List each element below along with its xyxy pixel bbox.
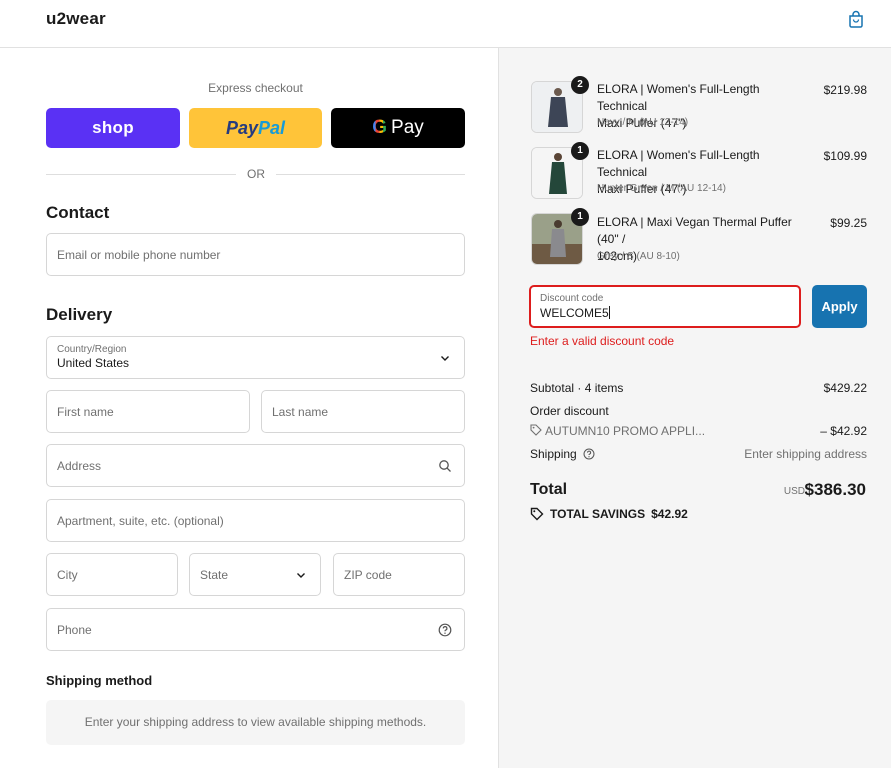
order-item: 1 ELORA | Women's Full-Length Technical … bbox=[531, 142, 867, 202]
subtotal-row: Subtotal · 4 items $429.22 bbox=[530, 381, 867, 395]
discount-code-input[interactable]: Discount code WELCOME5 bbox=[529, 285, 801, 328]
subtotal-value: $429.22 bbox=[823, 381, 867, 395]
quantity-badge: 2 bbox=[571, 76, 589, 94]
text-cursor bbox=[608, 306, 610, 319]
divider-left bbox=[46, 174, 236, 175]
item-name-line1: ELORA | Women's Full-Length Technical bbox=[597, 148, 760, 179]
chevron-down-icon bbox=[297, 573, 305, 578]
google-pay-label: Pay bbox=[391, 117, 424, 138]
promo-value: – $42.92 bbox=[820, 424, 867, 438]
city-field[interactable]: City bbox=[46, 553, 178, 596]
discount-error-message: Enter a valid discount code bbox=[530, 334, 675, 348]
shipping-label: Shipping bbox=[530, 447, 577, 461]
phone-placeholder: Phone bbox=[57, 623, 92, 637]
discount-code-value: WELCOME5 bbox=[540, 306, 609, 320]
shipping-value: Enter shipping address bbox=[744, 447, 867, 461]
promo-code: AUTUMN10 PROMO APPLI... bbox=[545, 424, 706, 438]
shop-pay-button[interactable]: shop bbox=[46, 108, 180, 148]
first-name-placeholder: First name bbox=[57, 405, 114, 419]
brand-logo[interactable]: u2wear bbox=[46, 9, 106, 29]
express-checkout-label: Express checkout bbox=[208, 81, 303, 95]
email-field[interactable]: Email or mobile phone number bbox=[46, 233, 465, 276]
tag-icon bbox=[530, 424, 542, 436]
phone-field[interactable]: Phone bbox=[46, 608, 465, 651]
discount-code-label: Discount code bbox=[540, 293, 604, 304]
shipping-method-message: Enter your shipping address to view avai… bbox=[46, 700, 465, 745]
country-value: United States bbox=[57, 356, 130, 370]
shopping-bag-icon[interactable] bbox=[847, 10, 865, 28]
chevron-down-icon bbox=[441, 356, 449, 361]
item-name-line1: ELORA | Maxi Vegan Thermal Puffer (40" / bbox=[597, 215, 792, 246]
city-placeholder: City bbox=[57, 568, 78, 582]
subtotal-label: Subtotal · 4 items bbox=[530, 381, 624, 395]
paypal-label-part2: Pal bbox=[258, 117, 286, 138]
total-label: Total bbox=[530, 481, 568, 498]
order-discount-row: Order discount bbox=[530, 404, 867, 418]
apartment-field[interactable]: Apartment, suite, etc. (optional) bbox=[46, 499, 465, 542]
google-pay-button[interactable]: G Pay bbox=[331, 108, 465, 148]
promo-row: AUTUMN10 PROMO APPLI... – $42.92 bbox=[530, 424, 867, 438]
order-item: 1 ELORA | Maxi Vegan Thermal Puffer (40"… bbox=[531, 208, 867, 268]
item-price: $219.98 bbox=[823, 83, 867, 97]
first-name-field[interactable]: First name bbox=[46, 390, 250, 433]
total-savings: TOTAL SAVINGS $42.92 bbox=[530, 507, 688, 521]
country-select[interactable]: Country/Region United States bbox=[46, 336, 465, 379]
item-name-line1: ELORA | Women's Full-Length Technical bbox=[597, 82, 760, 113]
item-variant: Grey / S (AU 8-10) bbox=[597, 251, 680, 262]
help-icon[interactable] bbox=[583, 448, 595, 460]
help-icon[interactable] bbox=[438, 623, 452, 637]
address-placeholder: Address bbox=[57, 459, 102, 473]
header: u2wear bbox=[0, 0, 891, 48]
savings-value: $42.92 bbox=[651, 507, 688, 521]
last-name-field[interactable]: Last name bbox=[261, 390, 465, 433]
shop-pay-label: shop bbox=[92, 118, 134, 137]
zip-field[interactable]: ZIP code bbox=[333, 553, 465, 596]
country-label: Country/Region bbox=[57, 344, 127, 355]
shipping-row: Shipping Enter shipping address bbox=[530, 447, 867, 461]
shipping-method-title: Shipping method bbox=[46, 673, 153, 688]
order-discount-label: Order discount bbox=[530, 404, 609, 418]
last-name-placeholder: Last name bbox=[272, 405, 329, 419]
item-variant: Navy / M (AU 12-14) bbox=[597, 117, 689, 128]
tag-icon bbox=[530, 507, 544, 521]
quantity-badge: 1 bbox=[571, 208, 589, 226]
divider-right bbox=[276, 174, 465, 175]
savings-label: TOTAL SAVINGS bbox=[550, 507, 646, 521]
paypal-label-part1: Pay bbox=[225, 117, 258, 138]
quantity-badge: 1 bbox=[571, 142, 589, 160]
item-variant: Hunter Green / M (AU 12-14) bbox=[597, 183, 726, 194]
item-price: $99.25 bbox=[830, 216, 867, 230]
order-item: 2 ELORA | Women's Full-Length Technical … bbox=[531, 76, 867, 136]
address-field[interactable]: Address bbox=[46, 444, 465, 487]
total-value: $386.30 bbox=[804, 480, 866, 499]
state-select[interactable]: State bbox=[189, 553, 321, 596]
state-placeholder: State bbox=[200, 568, 229, 582]
total-currency: USD bbox=[783, 486, 805, 497]
email-placeholder: Email or mobile phone number bbox=[57, 248, 221, 262]
paypal-button[interactable]: Pay Pal bbox=[189, 108, 322, 148]
checkout-form: Express checkout shop Pay Pal G Pay OR Co… bbox=[0, 48, 498, 768]
apartment-placeholder: Apartment, suite, etc. (optional) bbox=[57, 514, 224, 528]
or-divider-text: OR bbox=[247, 167, 265, 181]
contact-title: Contact bbox=[46, 203, 110, 222]
item-price: $109.99 bbox=[823, 149, 867, 163]
apply-discount-button[interactable]: Apply bbox=[812, 285, 867, 328]
discount-code-value-wrap: WELCOME5 bbox=[540, 306, 610, 320]
zip-placeholder: ZIP code bbox=[344, 568, 392, 582]
google-g-icon: G bbox=[372, 117, 388, 138]
order-summary: 2 ELORA | Women's Full-Length Technical … bbox=[498, 48, 891, 768]
search-icon bbox=[439, 460, 451, 472]
delivery-title: Delivery bbox=[46, 305, 113, 324]
